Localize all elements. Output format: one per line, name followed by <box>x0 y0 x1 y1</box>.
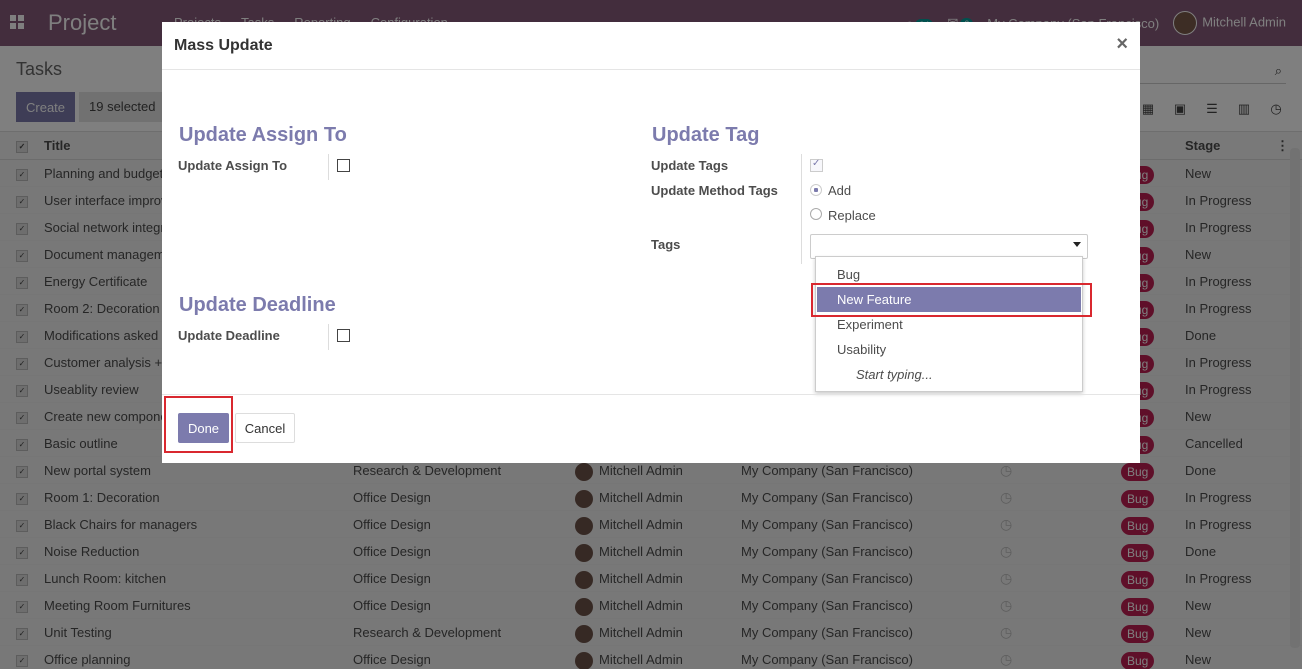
tags-dropdown: Bug New Feature Experiment Usability Sta… <box>815 256 1083 392</box>
cancel-button[interactable]: Cancel <box>235 413 295 443</box>
modal-header: Mass Update × <box>162 22 1140 70</box>
assign-label: Update Assign To <box>178 158 288 173</box>
assign-section-title: Update Assign To <box>179 124 347 146</box>
update-tags-label: Update Tags <box>651 158 729 173</box>
method-add-label[interactable]: Add <box>828 183 851 198</box>
mass-update-dialog: Mass Update × Update Assign To Update As… <box>162 22 1140 463</box>
field-divider <box>328 154 329 180</box>
modal-title: Mass Update <box>174 37 273 54</box>
deadline-label: Update Deadline <box>178 328 280 343</box>
dropdown-option-usability[interactable]: Usability <box>817 337 1081 362</box>
deadline-checkbox[interactable] <box>337 329 350 342</box>
assign-checkbox[interactable] <box>337 159 350 172</box>
tag-section-title: Update Tag <box>652 124 760 146</box>
deadline-section-title: Update Deadline <box>179 294 336 316</box>
method-add-radio[interactable] <box>810 184 822 196</box>
highlight-done-button <box>164 396 233 453</box>
dropdown-hint: Start typing... <box>856 367 933 382</box>
field-divider <box>328 324 329 350</box>
modal-footer: Done Cancel <box>162 394 1140 463</box>
field-divider <box>801 154 802 264</box>
method-replace-label[interactable]: Replace <box>828 208 876 223</box>
tags-label: Tags <box>651 237 681 252</box>
close-icon[interactable]: × <box>1116 33 1128 56</box>
caret-down-icon[interactable] <box>1073 242 1081 247</box>
method-label: Update Method Tags <box>651 183 778 198</box>
update-tags-checkbox[interactable] <box>810 158 823 172</box>
method-replace-radio[interactable] <box>810 208 822 220</box>
highlight-new-feature <box>811 283 1092 317</box>
